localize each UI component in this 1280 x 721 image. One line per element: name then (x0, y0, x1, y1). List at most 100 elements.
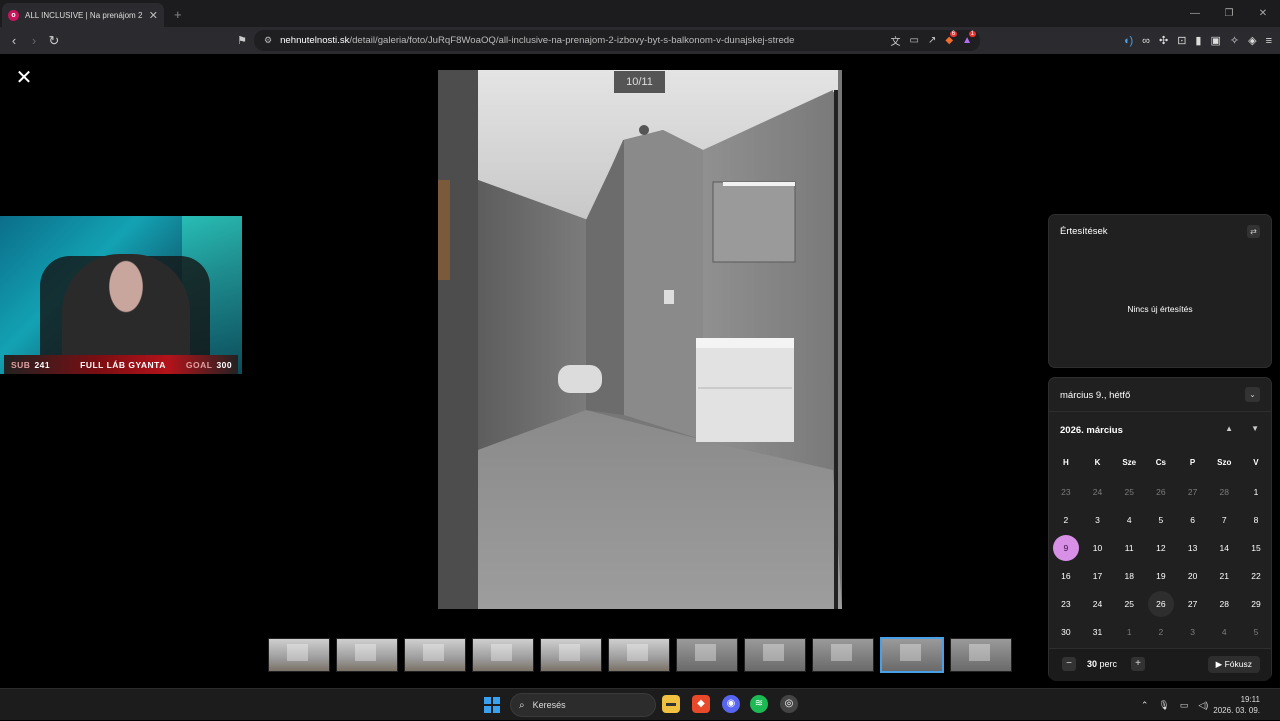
calendar-day[interactable]: 7 (1208, 506, 1240, 534)
microphone-icon[interactable]: 🎙 (1158, 700, 1169, 711)
wallet-icon[interactable]: ▣ (1210, 34, 1220, 47)
calendar-day[interactable]: 21 (1208, 562, 1240, 590)
calendar-day[interactable]: 4 (1113, 506, 1145, 534)
increase-minutes-button[interactable]: + (1131, 657, 1145, 671)
thumbnail[interactable] (268, 638, 330, 672)
forward-icon[interactable]: › (24, 33, 44, 48)
calendar-day[interactable]: 26 (1145, 590, 1177, 618)
address-bar[interactable]: ⚙ nehnutelnosti.sk/detail/galeria/foto/J… (254, 30, 980, 51)
calendar-day[interactable]: 5 (1240, 618, 1272, 646)
file-explorer-icon[interactable]: ▬ (662, 695, 680, 713)
calendar-day[interactable]: 16 (1050, 562, 1082, 590)
calendar-day[interactable]: 14 (1208, 534, 1240, 562)
calendar-day[interactable]: 27 (1177, 590, 1209, 618)
calendar-day[interactable]: 8 (1240, 506, 1272, 534)
reload-icon[interactable]: ↻ (44, 33, 64, 49)
translate-icon[interactable]: 文 (891, 33, 901, 48)
thumbnail[interactable] (404, 638, 466, 672)
bookmark-icon[interactable]: ⚑ (232, 34, 252, 47)
chevron-down-icon[interactable]: ⌄ (1245, 387, 1260, 402)
calendar-day[interactable]: 3 (1082, 506, 1114, 534)
share-icon[interactable]: ↗ (928, 35, 936, 46)
calendar-day[interactable]: 6 (1177, 506, 1209, 534)
thumbnail[interactable] (676, 638, 738, 672)
calendar-day[interactable]: 2 (1145, 618, 1177, 646)
calendar-day[interactable]: 25 (1113, 478, 1145, 506)
calendar-day[interactable]: 1 (1113, 618, 1145, 646)
calendar-day[interactable]: 2 (1050, 506, 1082, 534)
notification-settings-icon[interactable]: ⇄ (1247, 225, 1260, 238)
calendar-day[interactable]: 28 (1208, 478, 1240, 506)
thumbnail[interactable] (608, 638, 670, 672)
calendar-day[interactable]: 11 (1113, 534, 1145, 562)
thumbnail[interactable] (950, 638, 1012, 672)
new-tab-icon[interactable]: + (174, 7, 182, 22)
calendar-day[interactable]: 20 (1177, 562, 1209, 590)
calendar-day[interactable]: 19 (1145, 562, 1177, 590)
next-month-icon[interactable]: ▼ (1251, 424, 1259, 433)
volume-icon[interactable]: ◁) (1198, 700, 1208, 711)
calendar-month-label[interactable]: 2026. március (1060, 425, 1123, 436)
tab-close-icon[interactable]: ✕ (149, 9, 158, 22)
obs-icon[interactable]: ◎ (780, 695, 798, 713)
thumbnail[interactable] (812, 638, 874, 672)
decrease-minutes-button[interactable]: − (1062, 657, 1076, 671)
thumbnail-active[interactable] (880, 637, 944, 673)
calendar-day[interactable]: 4 (1208, 618, 1240, 646)
calendar-day[interactable]: 3 (1177, 618, 1209, 646)
calendar-day[interactable]: 1 (1240, 478, 1272, 506)
calendar-day[interactable]: 30 (1050, 618, 1082, 646)
maximize-icon[interactable]: ❐ (1212, 0, 1246, 27)
calendar-day[interactable]: 27 (1177, 478, 1209, 506)
incognito-icon[interactable]: ∞ (1142, 35, 1150, 47)
calendar-day[interactable]: 23 (1050, 478, 1082, 506)
thumbnail[interactable] (540, 638, 602, 672)
minimize-icon[interactable]: — (1178, 0, 1212, 27)
calendar-day[interactable]: 17 (1082, 562, 1114, 590)
vpn-icon[interactable]: ◈ (1248, 34, 1256, 47)
calendar-day[interactable]: 29 (1240, 590, 1272, 618)
menu-icon[interactable]: ≡ (1266, 35, 1272, 47)
discord-icon[interactable]: ◉ (722, 695, 740, 713)
brave-shield-icon[interactable]: ◆ 6 (945, 31, 958, 46)
calendar-day[interactable]: 13 (1177, 534, 1209, 562)
calendar-day[interactable]: 28 (1208, 590, 1240, 618)
site-info-icon[interactable]: ⚙ (264, 35, 272, 46)
calendar-day[interactable]: 24 (1082, 478, 1114, 506)
window-close-icon[interactable]: ✕ (1246, 0, 1280, 27)
extensions-icon[interactable]: ✣ (1159, 34, 1168, 47)
calendar-day[interactable]: 12 (1145, 534, 1177, 562)
spotify-icon[interactable]: ≋ (750, 695, 768, 713)
back-icon[interactable]: ‹ (4, 33, 24, 48)
gallery-main-photo[interactable] (438, 70, 842, 609)
screenshot-icon[interactable]: ⊡ (1177, 34, 1186, 47)
thumbnail[interactable] (744, 638, 806, 672)
focus-button[interactable]: ▶ Fókusz (1207, 656, 1260, 673)
windows-start-icon[interactable] (484, 697, 500, 713)
calendar-day[interactable]: 23 (1050, 590, 1082, 618)
browser-tab-active[interactable]: o ALL INCLUSIVE | Na prenájom 2 ✕ (2, 3, 164, 27)
thumbnail[interactable] (472, 638, 534, 672)
thumbnail[interactable] (336, 638, 398, 672)
network-icon[interactable]: ▭ (1180, 700, 1189, 711)
calendar-day-today[interactable]: 9 (1050, 534, 1082, 562)
calendar-day[interactable]: 18 (1113, 562, 1145, 590)
taskbar-clock[interactable]: 19:11 2026. 03. 09. (1213, 694, 1260, 716)
sidebar-icon[interactable]: ▮ (1195, 34, 1201, 47)
calendar-day[interactable]: 24 (1082, 590, 1114, 618)
speech-icon[interactable]: ◖) (1123, 35, 1133, 47)
tray-overflow-icon[interactable]: ⌃ (1141, 700, 1149, 711)
calendar-day[interactable]: 5 (1145, 506, 1177, 534)
calendar-day[interactable]: 22 (1240, 562, 1272, 590)
calendar-day[interactable]: 26 (1145, 478, 1177, 506)
calendar-day[interactable]: 25 (1113, 590, 1145, 618)
leo-ai-icon[interactable]: ✧ (1230, 34, 1239, 47)
previous-month-icon[interactable]: ▲ (1225, 424, 1233, 433)
gallery-close-icon[interactable]: ✕ (15, 68, 33, 88)
brave-rewards-icon[interactable]: ▲ 1 (962, 31, 976, 46)
calendar-day[interactable]: 31 (1082, 618, 1114, 646)
brave-browser-icon[interactable]: ◆ (692, 695, 710, 713)
taskbar-search[interactable]: ⌕ Keresés (510, 693, 656, 717)
calendar-day[interactable]: 15 (1240, 534, 1272, 562)
cast-icon[interactable]: ▭ (910, 35, 919, 46)
